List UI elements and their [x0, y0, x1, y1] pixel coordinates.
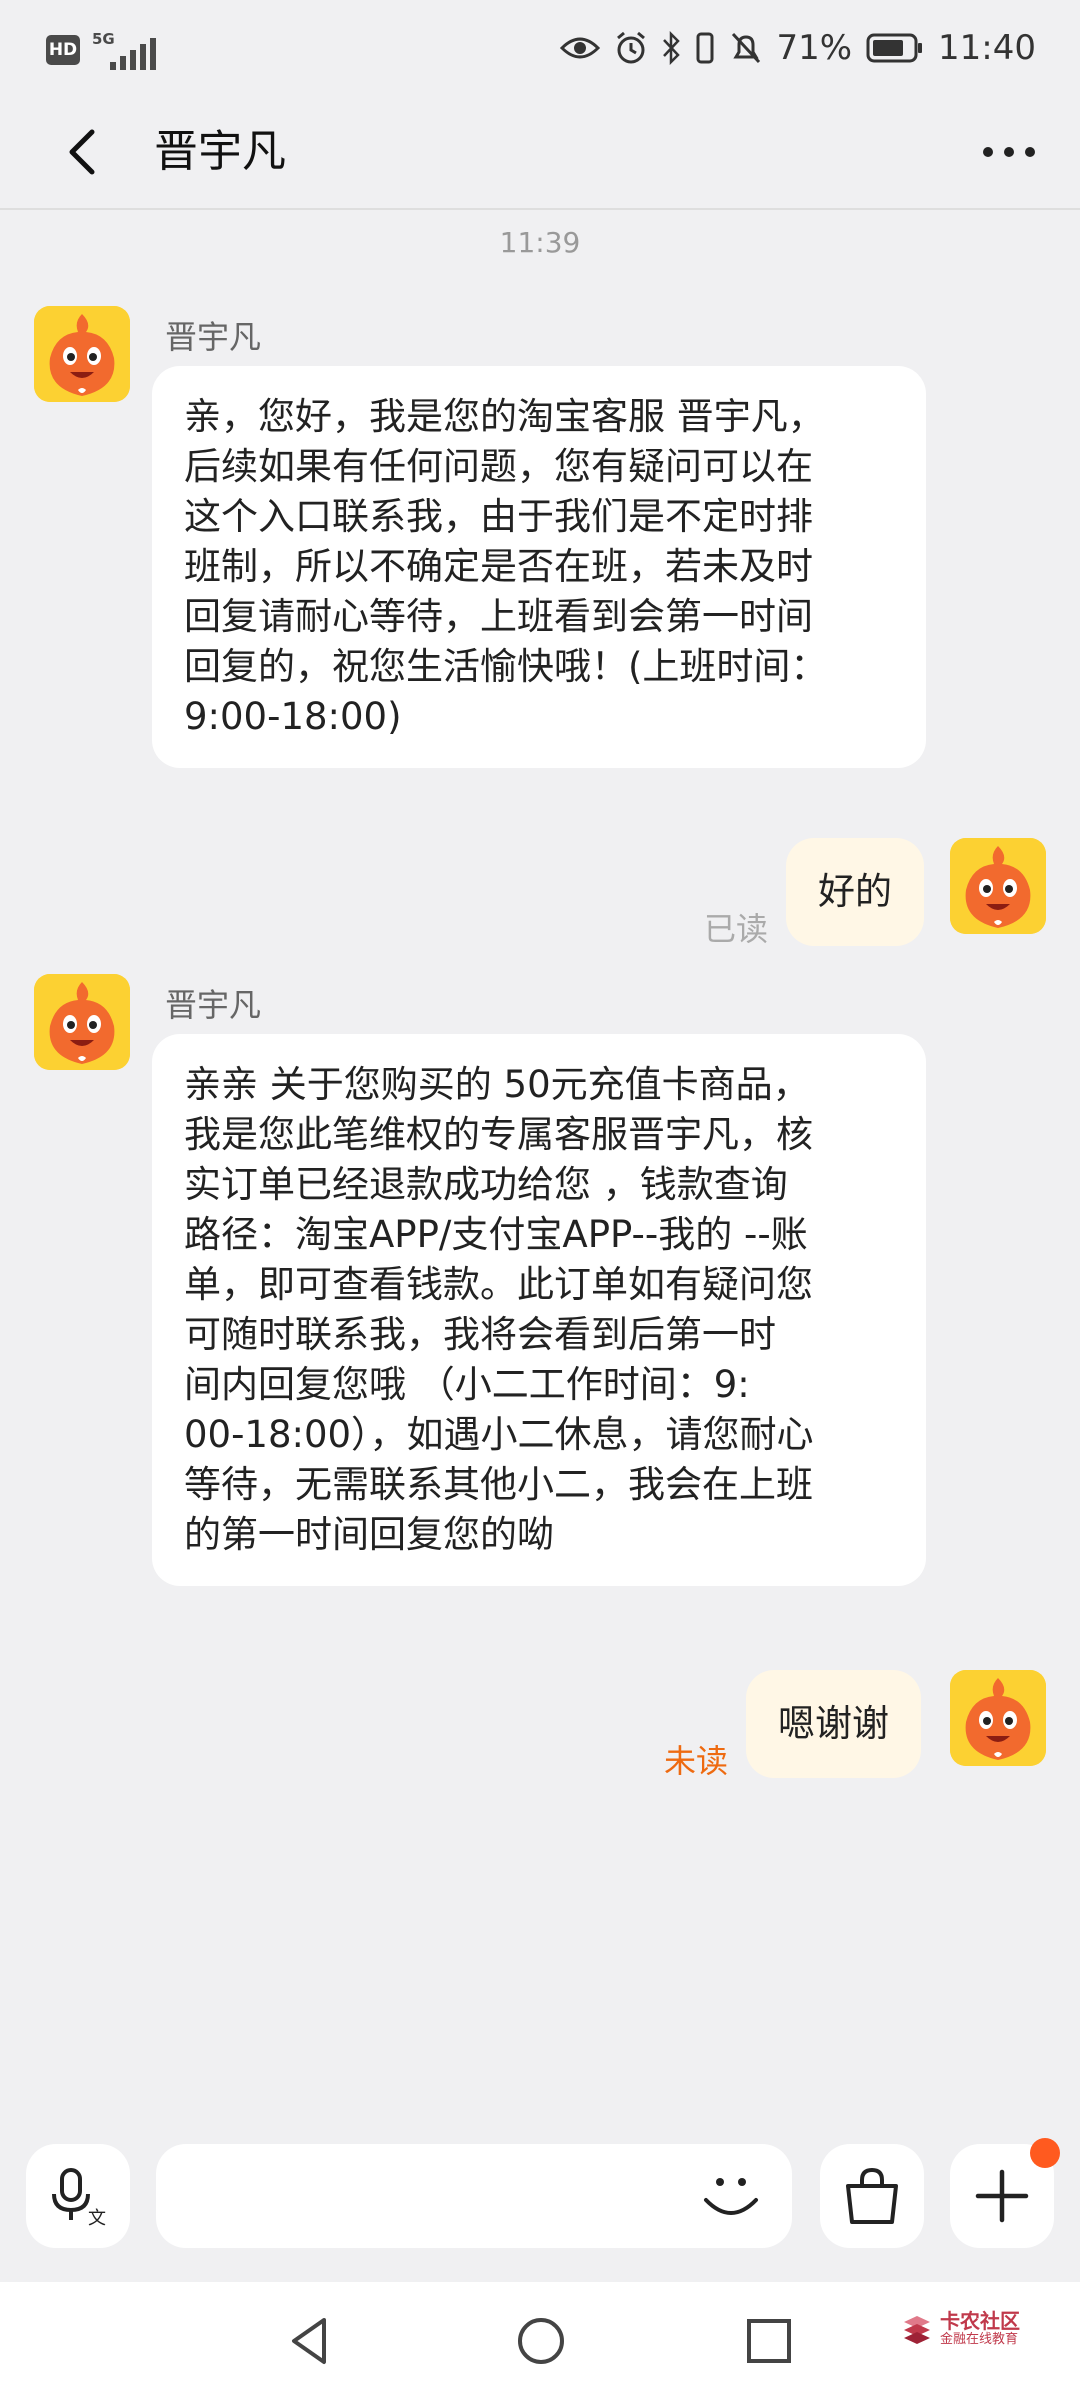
read-status: 已读 [704, 904, 768, 950]
read-status-text: 未读 [664, 1742, 729, 1780]
signal-icon: 5G [92, 30, 158, 70]
input-bar: 文 [0, 2130, 1080, 2260]
message-line: 可随时联系我，我将会看到后第一时 [184, 1313, 776, 1356]
agent-avatar[interactable] [34, 974, 130, 1070]
watermark-logo-icon [904, 2316, 930, 2344]
more-options-button[interactable] [950, 2138, 1060, 2248]
system-nav-bar: 卡农社区 金融在线教育 [0, 2282, 1080, 2400]
voice-button[interactable]: 文 [26, 2144, 130, 2248]
message-bubble-incoming[interactable]: 亲亲 关于您购买的 50元充值卡商品， 我是您此笔维权的专属客服晋宇凡，核 实订… [152, 1034, 926, 1586]
svg-text:文: 文 [88, 2208, 106, 2228]
chat-screen: HD 5G 71% 11:40 晋宇凡 11:39 晋宇凡 亲，您好，我是您的淘… [0, 0, 1080, 2400]
message-line: 这个入口联系我，由于我们是不定时排 [184, 495, 813, 538]
watermark-title: 卡农社区 [940, 2309, 1020, 2333]
message-bubble-incoming[interactable]: 亲，您好，我是您的淘宝客服 晋宇凡， 后续如果有任何问题，您有疑问可以在 这个入… [152, 366, 926, 768]
shop-button[interactable] [820, 2144, 924, 2248]
back-button[interactable] [54, 122, 114, 182]
sender-name: 晋宇凡 [165, 986, 262, 1024]
message-line: 实订单已经退款成功给您 ，钱款查询 [184, 1163, 788, 1206]
battery-icon [866, 33, 923, 63]
chevron-left-icon [69, 129, 95, 175]
user-avatar[interactable] [950, 1670, 1046, 1766]
user-avatar[interactable] [950, 838, 1046, 934]
message-line: 单，即可查看钱款。此订单如有疑问您 [184, 1263, 813, 1306]
message-line: 班制，所以不确定是否在班，若未及时 [184, 545, 813, 588]
chat-timestamp: 11:39 [499, 226, 581, 259]
message-line: 亲，您好，我是您的淘宝客服 晋宇凡， [184, 395, 825, 438]
plus-icon [975, 2169, 1029, 2223]
smiley-icon [704, 2178, 758, 2215]
sender-name: 晋宇凡 [165, 318, 262, 356]
microphone-icon: 文 [52, 2168, 106, 2228]
mascot-icon [34, 974, 130, 1070]
message-line: 9:00-18:00) [184, 695, 402, 738]
triangle-back-icon [292, 2318, 326, 2364]
mute-bell-icon [732, 32, 761, 64]
watermark: 卡农社区 金融在线教育 [900, 2310, 1020, 2348]
mascot-icon [950, 838, 1046, 934]
agent-avatar[interactable] [34, 306, 130, 402]
message-line: 等待，无需联系其他小二，我会在上班 [184, 1463, 813, 1506]
battery-percent: 71% [776, 28, 853, 68]
read-status: 未读 [664, 1736, 728, 1782]
more-button[interactable] [974, 122, 1044, 182]
hd-badge: HD [46, 35, 80, 65]
message-line: 路径：淘宝APP/支付宝APP--我的 --账 [184, 1213, 808, 1256]
message-line: 我是您此笔维权的专属客服晋宇凡，核 [184, 1113, 813, 1156]
watermark-text: 卡农社区 金融在线教育 [940, 2310, 1020, 2348]
nav-recents-button[interactable] [734, 2306, 804, 2376]
eye-icon [560, 37, 601, 59]
chat-header: 晋宇凡 [0, 96, 1080, 210]
bluetooth-icon [663, 31, 681, 65]
status-right: 71% 11:40 [560, 28, 1036, 68]
status-time: 11:40 [938, 28, 1036, 68]
message-line: 的第一时间回复您的呦 [184, 1513, 554, 1556]
circle-home-icon [518, 2318, 564, 2364]
message-bubble-outgoing[interactable]: 嗯谢谢 [746, 1670, 921, 1778]
status-bar: HD 5G 71% 11:40 [0, 0, 1080, 96]
emoji-button[interactable] [694, 2160, 768, 2234]
square-recents-icon [747, 2319, 791, 2363]
message-line: 00-18:00），如遇小二休息，请您耐心 [184, 1413, 814, 1456]
read-status-text: 已读 [704, 910, 769, 948]
message-line: 回复请耐心等待，上班看到会第一时间 [184, 595, 813, 638]
mascot-icon [34, 306, 130, 402]
vibrate-icon [696, 32, 714, 64]
message-line: 后续如果有任何问题，您有疑问可以在 [184, 445, 813, 488]
status-left: HD 5G [46, 30, 158, 70]
nav-home-button[interactable] [506, 2306, 576, 2376]
message-line: 亲亲 关于您购买的 50元充值卡商品， [184, 1063, 810, 1106]
message-line: 间内回复您哦 （小二工作时间：9: [184, 1363, 750, 1406]
message-line: 回复的，祝您生活愉快哦！(上班时间： [184, 645, 828, 688]
watermark-subtitle: 金融在线教育 [940, 2332, 1019, 2347]
alarm-icon [617, 31, 646, 64]
notification-dot [1030, 2138, 1060, 2168]
nav-back-button[interactable] [274, 2306, 344, 2376]
mascot-icon [950, 1670, 1046, 1766]
shopping-bag-icon [846, 2167, 898, 2224]
message-bubble-outgoing[interactable]: 好的 [786, 838, 924, 946]
more-dots-icon [983, 147, 1035, 157]
page-title: 晋宇凡 [154, 126, 286, 177]
